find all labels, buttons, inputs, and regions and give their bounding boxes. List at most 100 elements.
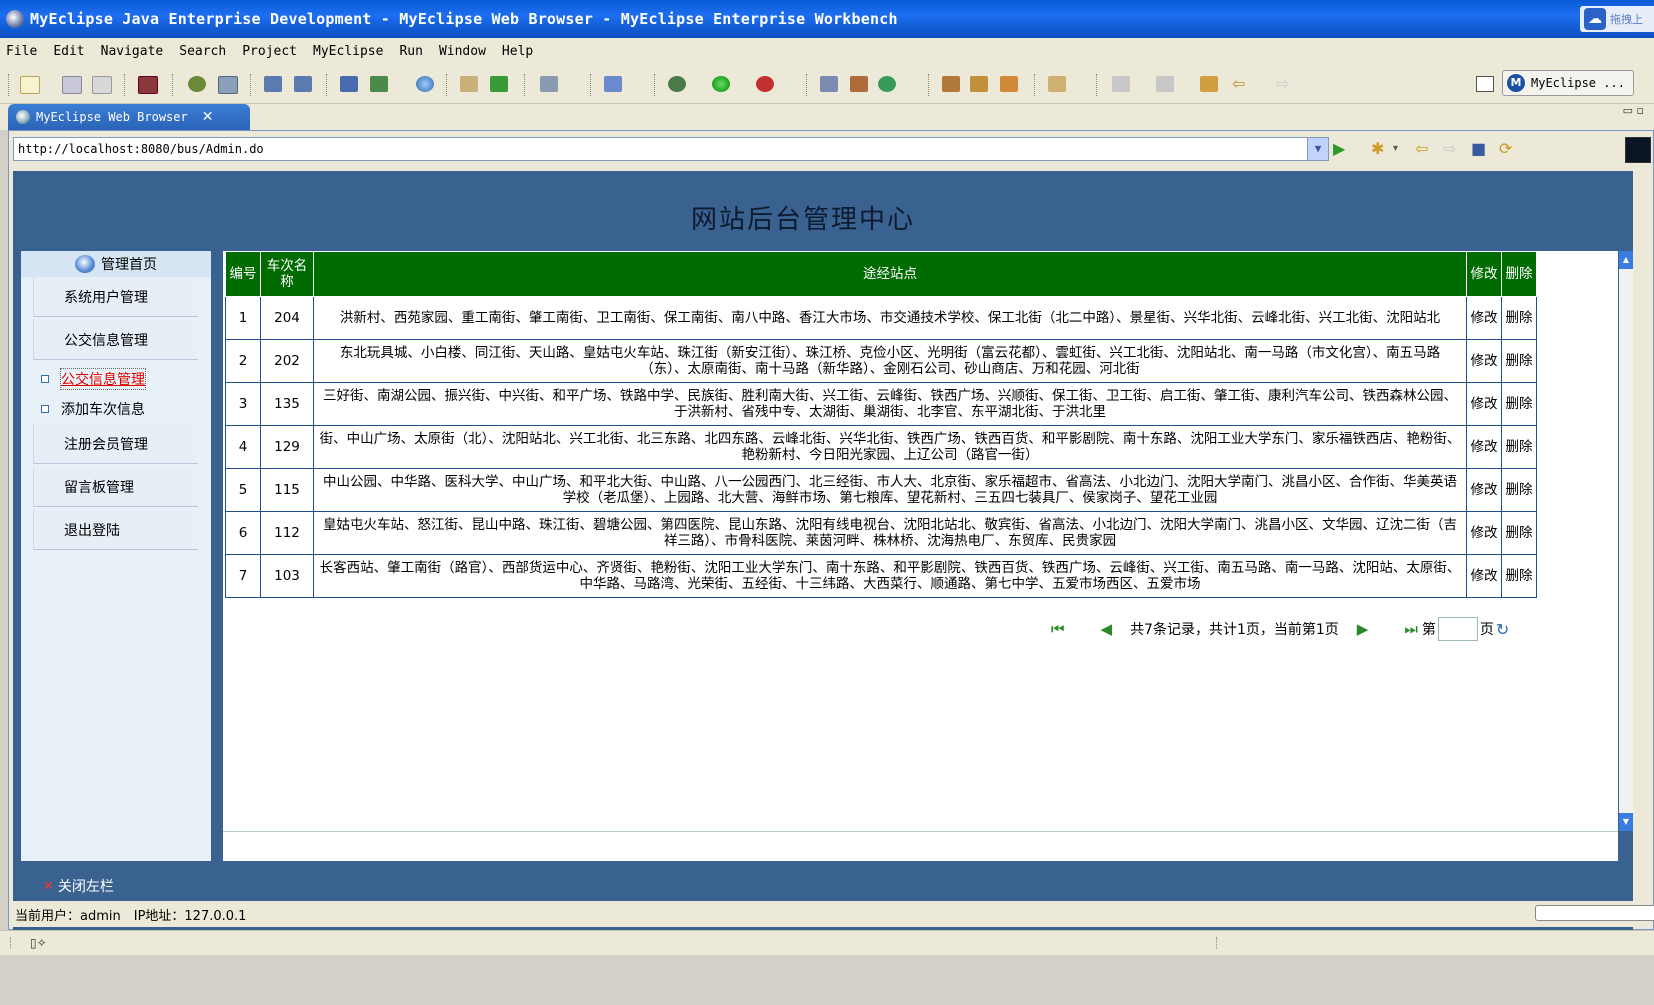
prev-page-icon[interactable]: ◀ bbox=[1101, 620, 1113, 638]
delete-link[interactable]: 删除 bbox=[1501, 511, 1537, 555]
back-icon[interactable]: ⇦ bbox=[1415, 141, 1428, 157]
delete-link[interactable]: 删除 bbox=[1501, 382, 1537, 426]
delete-link[interactable]: 删除 bbox=[1501, 468, 1537, 512]
close-sidebar-bar[interactable]: ✕ 关闭左栏 bbox=[13, 871, 1633, 901]
minimize-maximize-icon[interactable]: ▭ ▫ bbox=[1623, 104, 1644, 117]
sidebar-item-guestbook[interactable]: 留言板管理 bbox=[33, 467, 198, 507]
next-annotation-icon[interactable] bbox=[1112, 76, 1130, 92]
back-arrow-icon[interactable]: ⇦ bbox=[1232, 76, 1250, 92]
pen-icon[interactable] bbox=[970, 76, 988, 92]
undeploy-icon[interactable] bbox=[294, 76, 312, 92]
server-manage-icon[interactable] bbox=[340, 76, 358, 92]
new-wizard-icon[interactable] bbox=[604, 76, 622, 92]
menu-edit[interactable]: Edit bbox=[53, 44, 84, 59]
scroll-down-icon[interactable]: ▼ bbox=[1619, 813, 1633, 831]
favorites-icon[interactable]: ✱ bbox=[1371, 141, 1384, 157]
external-tools-icon[interactable] bbox=[756, 76, 774, 92]
myeclipse-app-icon[interactable] bbox=[6, 10, 24, 28]
menu-project[interactable]: Project bbox=[242, 44, 297, 59]
search-tool-icon[interactable] bbox=[942, 76, 960, 92]
menu-help[interactable]: Help bbox=[502, 44, 533, 59]
edit-link[interactable]: 修改 bbox=[1466, 554, 1502, 598]
refresh-icon[interactable]: ⟳ bbox=[1499, 141, 1512, 157]
sidebar-item-system-users[interactable]: 系统用户管理 bbox=[33, 277, 198, 317]
edit-link[interactable]: 修改 bbox=[1466, 339, 1502, 383]
close-tab-icon[interactable]: ✕ bbox=[202, 109, 214, 125]
sidebar-item-members[interactable]: 注册会员管理 bbox=[33, 424, 198, 464]
sidebar-item-logout[interactable]: 退出登陆 bbox=[33, 510, 198, 550]
menu-window[interactable]: Window bbox=[439, 44, 486, 59]
fast-view-icon[interactable]: ▯✧ bbox=[30, 936, 47, 950]
edit-link[interactable]: 修改 bbox=[1466, 296, 1502, 340]
tab-label: MyEclipse Web Browser bbox=[36, 110, 188, 124]
last-page-icon[interactable]: ⏭ bbox=[1404, 620, 1418, 638]
menu-bar: File Edit Navigate Search Project MyEcli… bbox=[0, 38, 1654, 64]
delete-link[interactable]: 删除 bbox=[1501, 554, 1537, 598]
delete-link[interactable]: 删除 bbox=[1501, 425, 1537, 469]
stop-icon[interactable]: ■ bbox=[1471, 141, 1486, 157]
window-title: MyEclipse Java Enterprise Development - … bbox=[30, 10, 898, 28]
sidebar-subitem-bus-info[interactable]: 公交信息管理 bbox=[41, 368, 146, 390]
menu-search[interactable]: Search bbox=[179, 44, 226, 59]
edit-link[interactable]: 修改 bbox=[1466, 511, 1502, 555]
edit-link[interactable]: 修改 bbox=[1466, 425, 1502, 469]
print-icon[interactable] bbox=[92, 76, 112, 94]
edit-link[interactable]: 修改 bbox=[1466, 382, 1502, 426]
refresh-g-icon[interactable] bbox=[878, 76, 896, 92]
page-title: 网站后台管理中心 bbox=[690, 205, 915, 235]
menu-myeclipse[interactable]: MyEclipse bbox=[313, 44, 383, 59]
delete-link[interactable]: 删除 bbox=[1501, 339, 1537, 383]
next-page-icon[interactable]: ▶ bbox=[1357, 620, 1369, 638]
toolbar-separator bbox=[124, 74, 127, 96]
perspective-switcher[interactable]: M MyEclipse ... bbox=[1502, 70, 1634, 96]
camera-icon[interactable] bbox=[540, 76, 558, 92]
debug-run-icon[interactable] bbox=[668, 76, 686, 92]
tab-web-browser[interactable]: MyEclipse Web Browser ✕ bbox=[8, 104, 250, 130]
prev-annotation-icon[interactable] bbox=[1156, 76, 1174, 92]
task-icon[interactable] bbox=[1000, 76, 1018, 92]
open-type-icon[interactable] bbox=[820, 76, 838, 92]
scroll-up-icon[interactable]: ▲ bbox=[1619, 251, 1633, 269]
first-page-icon[interactable]: ⏮ bbox=[1051, 620, 1065, 638]
new-file-icon[interactable] bbox=[20, 76, 40, 94]
page-suffix: 页 bbox=[1479, 622, 1494, 638]
url-dropdown-icon[interactable]: ▼ bbox=[1307, 138, 1328, 160]
folder-menu-icon[interactable] bbox=[1048, 76, 1066, 92]
last-edit-icon[interactable] bbox=[1200, 76, 1218, 92]
page-header: 网站后台管理中心 bbox=[13, 171, 1633, 251]
deploy-icon[interactable] bbox=[264, 76, 282, 92]
sidebar-home[interactable]: 管理首页 bbox=[21, 251, 211, 277]
favorites-dropdown-icon[interactable]: ▾ bbox=[1393, 141, 1398, 157]
vertical-scrollbar[interactable]: ▲ ▼ bbox=[1619, 251, 1633, 831]
package-icon[interactable] bbox=[138, 76, 158, 94]
toolbar-separator bbox=[928, 74, 931, 96]
menu-run[interactable]: Run bbox=[399, 44, 422, 59]
edit-link[interactable]: 修改 bbox=[1466, 468, 1502, 512]
url-bar[interactable]: http://localhost:8080/bus/Admin.do ▼ bbox=[13, 137, 1329, 161]
sidebar-item-bus-info[interactable]: 公交信息管理 bbox=[33, 320, 198, 360]
sidebar-subitem-add-trip[interactable]: 添加车次信息 bbox=[41, 399, 145, 419]
save-icon[interactable] bbox=[62, 76, 82, 94]
page-number-input[interactable] bbox=[1437, 617, 1478, 641]
page-prefix: 第 bbox=[1421, 622, 1436, 638]
go-icon[interactable]: ▶ bbox=[1333, 141, 1345, 157]
open-folder-icon[interactable] bbox=[460, 76, 478, 92]
run-icon[interactable] bbox=[712, 76, 730, 92]
server-icon[interactable] bbox=[218, 76, 238, 94]
open-perspective-icon[interactable] bbox=[1476, 76, 1494, 92]
web-globe-icon[interactable] bbox=[416, 76, 434, 92]
browser-extra-icon[interactable] bbox=[1625, 137, 1651, 163]
forward-icon[interactable]: ⇨ bbox=[1443, 141, 1456, 157]
cloud-widget[interactable]: ☁ 拖拽上 bbox=[1580, 6, 1654, 32]
content-divider bbox=[223, 831, 1618, 832]
delete-link[interactable]: 删除 bbox=[1501, 296, 1537, 340]
url-text[interactable]: http://localhost:8080/bus/Admin.do bbox=[18, 142, 264, 156]
menu-file[interactable]: File bbox=[6, 44, 37, 59]
go-page-icon[interactable]: ↻ bbox=[1496, 620, 1509, 639]
forward-arrow-icon[interactable]: ⇨ bbox=[1276, 76, 1294, 92]
debug-bug-icon[interactable] bbox=[188, 76, 206, 92]
open-browser-icon[interactable] bbox=[370, 76, 388, 92]
run-config-icon[interactable] bbox=[490, 76, 508, 92]
open-resource-icon[interactable] bbox=[850, 76, 868, 92]
menu-navigate[interactable]: Navigate bbox=[101, 44, 164, 59]
